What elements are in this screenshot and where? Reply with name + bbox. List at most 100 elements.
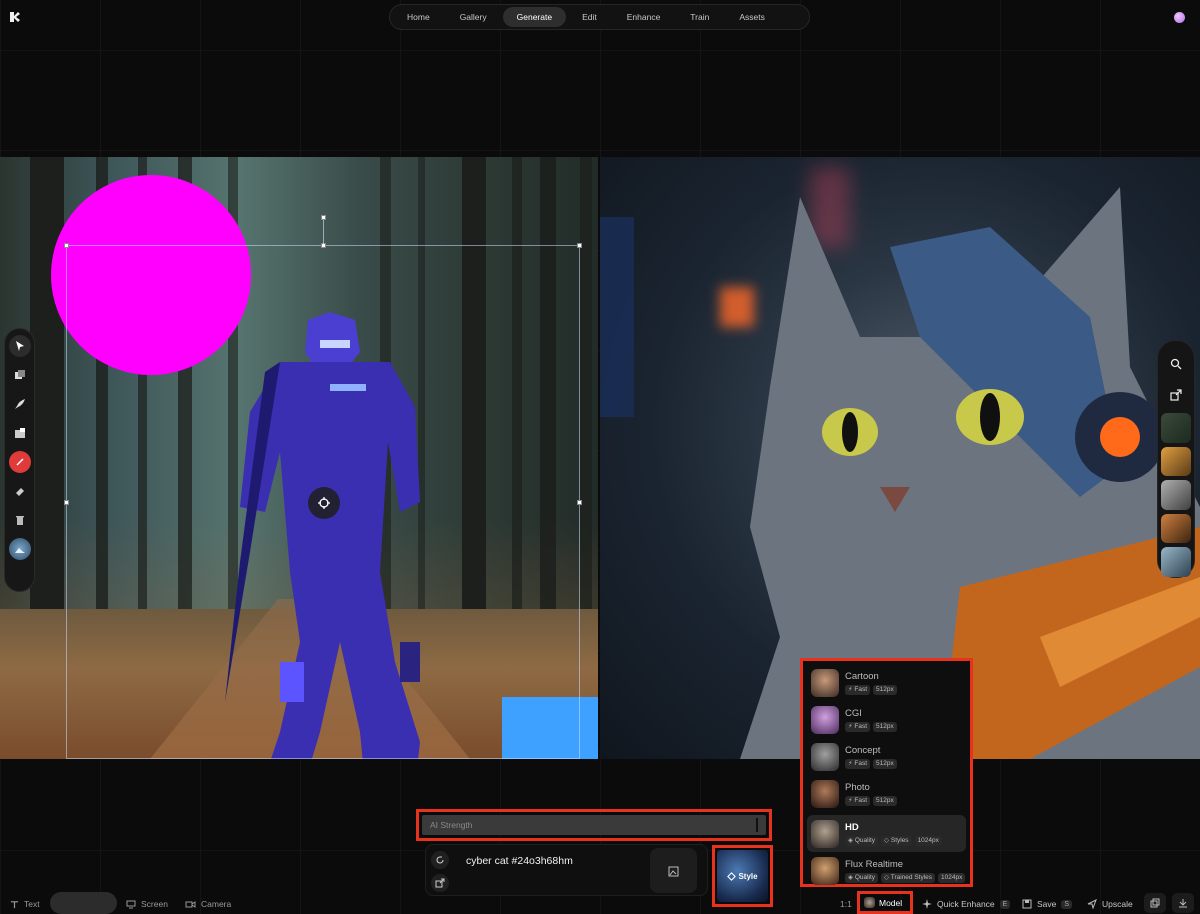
shortcut-key: E: [999, 899, 1011, 909]
rotate-line: [323, 219, 324, 245]
reference-image-tool[interactable]: [8, 538, 31, 560]
model-option-flux-realtime[interactable]: Flux Realtime ◈ Quality ◇ Trained Styles 1…: [807, 852, 966, 889]
text-icon: [10, 900, 19, 908]
tag: 512px: [873, 721, 897, 732]
brush-tool[interactable]: [9, 393, 31, 415]
model-option-photo[interactable]: Photo ⚡ Fast 512px: [807, 775, 966, 812]
model-avatar: [811, 819, 839, 848]
history-thumbnail[interactable]: [1161, 513, 1191, 544]
share-button[interactable]: [1162, 382, 1190, 410]
cursor-icon: [15, 341, 24, 351]
history-thumbnail[interactable]: [1161, 413, 1191, 443]
style-icon: [727, 871, 737, 881]
model-button[interactable]: Model: [860, 894, 910, 911]
upscale-button[interactable]: Upscale: [1087, 896, 1133, 912]
search-button[interactable]: [1162, 350, 1190, 378]
resize-handle[interactable]: [577, 500, 582, 505]
input-canvas[interactable]: [0, 157, 598, 759]
style-button[interactable]: Style: [717, 850, 768, 902]
right-rail: [1157, 340, 1195, 578]
model-option-concept[interactable]: Concept ⚡ Fast 512px: [807, 738, 966, 775]
user-avatar[interactable]: [1174, 12, 1185, 23]
model-name: CGI: [845, 707, 862, 719]
tag: ⚡ Fast: [845, 684, 871, 695]
tab-gallery[interactable]: Gallery: [446, 7, 501, 27]
send-icon: [1087, 899, 1097, 909]
model-dropdown: Cartoon ⚡ Fast 512px CGI ⚡ Fast 512px Conc…: [800, 658, 973, 887]
text-tool-label: Text: [24, 899, 40, 909]
eraser-tool[interactable]: [9, 480, 31, 502]
undo-button[interactable]: [431, 851, 449, 869]
top-navigation: Home Gallery Generate Edit Enhance Train…: [389, 4, 810, 30]
tag: 1024px: [914, 835, 942, 846]
style-button-highlight: Style: [712, 845, 773, 907]
image-tool[interactable]: [9, 422, 31, 444]
ai-strength-label: AI Strength: [430, 820, 473, 830]
share-prompt-button[interactable]: [431, 874, 449, 892]
tab-enhance[interactable]: Enhance: [613, 7, 675, 27]
model-name: Concept: [845, 744, 881, 756]
tab-edit[interactable]: Edit: [568, 7, 611, 27]
copy-button[interactable]: [1144, 893, 1166, 913]
history-thumbnail[interactable]: [1161, 446, 1191, 477]
tab-generate[interactable]: Generate: [502, 7, 567, 27]
add-image-button[interactable]: [650, 848, 697, 893]
aspect-ratio-label: 1:1: [840, 899, 852, 909]
model-avatar-icon: [864, 897, 875, 908]
model-option-cartoon[interactable]: Cartoon ⚡ Fast 512px: [807, 664, 966, 701]
resize-handle[interactable]: [64, 243, 69, 248]
app-logo[interactable]: [8, 10, 22, 24]
share-icon: [435, 878, 445, 888]
history-thumbnail[interactable]: [1161, 480, 1191, 510]
ai-strength-slider-highlight: AI Strength: [416, 809, 772, 841]
resize-handle[interactable]: [64, 500, 69, 505]
mode-toggle-pill[interactable]: [50, 892, 117, 914]
camera-button[interactable]: Camera: [185, 896, 231, 912]
color-picker-tool[interactable]: [8, 451, 31, 473]
share-icon: [1170, 389, 1182, 401]
download-icon: [1179, 899, 1187, 908]
model-name: Photo: [845, 781, 870, 793]
model-name: Flux Realtime: [845, 858, 904, 870]
transform-button[interactable]: [308, 487, 340, 519]
aspect-ratio-button[interactable]: 1:1: [840, 896, 852, 912]
quick-enhance-button[interactable]: Quick Enhance E: [922, 896, 1011, 912]
select-tool[interactable]: [8, 335, 31, 357]
model-option-cgi[interactable]: CGI ⚡ Fast 512px: [807, 701, 966, 738]
reference-image-icon: [14, 548, 25, 553]
download-button[interactable]: [1172, 893, 1194, 913]
tag: ◈ Quality: [845, 872, 879, 883]
prompt-input[interactable]: cyber cat #24o3h68hm: [466, 855, 573, 867]
layers-tool[interactable]: [9, 364, 31, 386]
neon-sign: [600, 217, 634, 417]
trash-icon: [15, 516, 24, 525]
model-name: Cartoon: [845, 670, 879, 682]
eraser-icon: [15, 488, 24, 496]
tag: 1024px: [938, 872, 966, 883]
rotate-handle[interactable]: [321, 215, 326, 220]
screen-capture-button[interactable]: Screen: [126, 896, 168, 912]
upscale-label: Upscale: [1102, 899, 1133, 909]
search-icon: [1170, 358, 1182, 370]
tag: ◈ Quality: [845, 835, 879, 846]
delete-tool[interactable]: [9, 509, 31, 531]
tag: ◇ Styles: [881, 835, 912, 846]
history-thumbnail[interactable]: [1161, 547, 1191, 577]
tab-home[interactable]: Home: [393, 7, 444, 27]
tab-assets[interactable]: Assets: [725, 7, 779, 27]
quick-enhance-label: Quick Enhance: [937, 899, 995, 909]
brush-icon: [14, 399, 25, 409]
save-button[interactable]: Save S: [1022, 896, 1073, 912]
model-option-hd[interactable]: HD ◈ Quality ◇ Styles 1024px: [807, 815, 966, 852]
screen-label: Screen: [141, 899, 168, 909]
color-icon: [15, 458, 24, 466]
tool-rail: [4, 328, 35, 592]
tab-train[interactable]: Train: [676, 7, 723, 27]
model-avatar: [811, 705, 839, 734]
text-tool-button[interactable]: Text: [10, 896, 40, 912]
resize-handle[interactable]: [577, 243, 582, 248]
layers-icon: [14, 370, 25, 379]
ai-strength-slider[interactable]: AI Strength: [422, 815, 766, 835]
tag: 512px: [873, 758, 897, 769]
slider-knob[interactable]: [756, 818, 758, 832]
